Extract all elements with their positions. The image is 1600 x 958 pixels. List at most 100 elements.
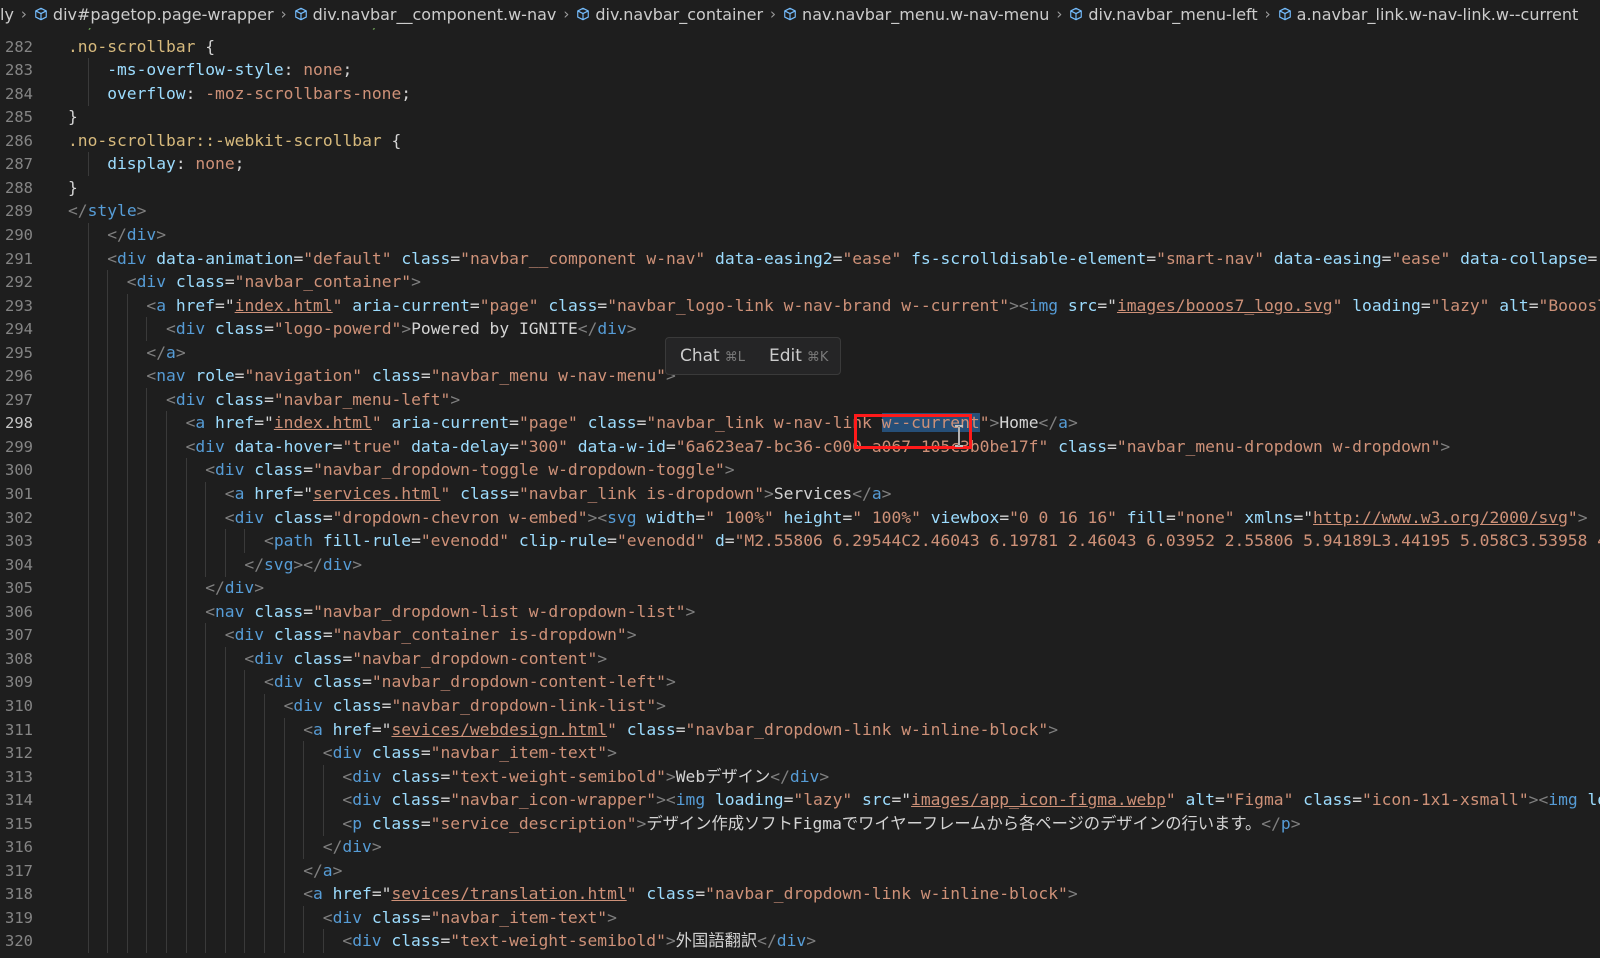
code-line[interactable]: 299 <div data-hover="true" data-delay="30… <box>0 434 1600 459</box>
code-token: </ <box>303 860 323 880</box>
indent-guide <box>87 340 89 365</box>
code-token: path <box>273 531 314 551</box>
line-number: 285 <box>5 108 33 127</box>
breadcrumb-item[interactable]: div.navbar__component.w-nav <box>294 4 557 24</box>
code-line[interactable]: 303 <path fill-rule="evenodd" clip-rule="… <box>0 529 1600 554</box>
code-token: alt <box>1489 295 1529 315</box>
code-line[interactable]: 312 <div class="navbar_item-text"> <box>0 741 1600 766</box>
code-line[interactable]: 283 -ms-overflow-style: none; <box>0 58 1600 83</box>
code-token: a <box>322 860 333 880</box>
code-token: div <box>117 248 147 268</box>
code-token: class <box>264 625 323 645</box>
indent-guide <box>107 905 109 930</box>
code-line[interactable]: 316 </div> <box>0 835 1600 860</box>
code-line[interactable]: 313 <div class="text-weight-semibold">Web… <box>0 764 1600 789</box>
indent-guide <box>185 905 187 930</box>
code-line[interactable]: 320 <div class="text-weight-semibold">外国語… <box>0 929 1600 954</box>
breadcrumb-item[interactable]: div.navbar_menu-left <box>1069 5 1258 24</box>
code-editor[interactable]: 281/* Removes native scrollbar */282.no-… <box>0 28 1600 958</box>
code-line[interactable]: 286 .no-scrollbar::-webkit-scrollbar { <box>0 129 1600 153</box>
code-token: = <box>440 766 451 786</box>
code-line[interactable]: 314 <div class="navbar_icon-wrapper"><img… <box>0 788 1600 813</box>
breadcrumb-item[interactable]: div#pagetop.page-wrapper <box>34 5 274 24</box>
code-token: div <box>126 224 157 244</box>
code-token: < <box>166 389 176 409</box>
code-line[interactable]: 301 <a href="services.html" class="navbar… <box>0 482 1600 506</box>
edit-hint-button[interactable]: Edit ⌘K <box>769 346 828 366</box>
indent-guide <box>224 646 226 671</box>
line-number: 301 <box>5 485 33 503</box>
code-token: > <box>685 601 696 621</box>
code-line[interactable]: 307 <div class="navbar_container is-dropd… <box>0 623 1600 648</box>
code-token: nav <box>156 366 186 386</box>
code-line[interactable]: 287 display: none; <box>0 152 1600 177</box>
code-token: class <box>616 719 676 739</box>
indent-guide <box>126 387 128 412</box>
code-token: < <box>224 625 235 645</box>
indent-guide <box>244 929 246 954</box>
code-line[interactable]: 291 <div data-animation="default" class="… <box>0 246 1600 271</box>
code-line[interactable]: 315 <p class="service_description">デザイン作成… <box>0 811 1600 836</box>
code-token: "smart-nav" <box>1156 248 1264 268</box>
code-line[interactable]: 305 </div> <box>0 576 1600 601</box>
code-line[interactable]: 311 <a href="sevices/webdesign.html" clas… <box>0 717 1600 742</box>
code-line[interactable]: 306 <nav class="navbar_dropdown-list w-dr… <box>0 599 1600 624</box>
code-line[interactable]: 309 <div class="navbar_dropdown-content-l… <box>0 670 1600 695</box>
line-number: 309 <box>5 673 33 692</box>
code-text: <a href="index.html" aria-current="page"… <box>186 411 1078 435</box>
code-line[interactable]: 298 <a href="index.html" aria-current="pa… <box>0 411 1600 436</box>
indent-guide <box>185 670 187 695</box>
indent-guide <box>205 929 207 954</box>
code-line[interactable]: 289 </style> <box>0 199 1600 223</box>
code-token: class <box>283 648 343 668</box>
code-line[interactable]: 285} <box>0 105 1600 129</box>
code-token: < <box>244 648 255 668</box>
code-token: = <box>381 695 392 715</box>
code-line[interactable]: 318 <a href="sevices/translation.html" cl… <box>0 882 1600 907</box>
code-line[interactable]: 300 <div class="navbar_dropdown-toggle w-… <box>0 458 1600 483</box>
code-line[interactable]: 284 overflow: -moz-scrollbars-none; <box>0 81 1600 106</box>
code-token: class <box>1048 436 1108 456</box>
code-line[interactable]: 304 </svg></div> <box>0 552 1600 577</box>
code-line[interactable]: 293 <a href="index.html" aria-current="pa… <box>0 293 1600 318</box>
code-line[interactable]: 288} <box>0 176 1600 200</box>
chevron-right-icon: › <box>280 5 287 23</box>
indent-guide <box>107 693 109 718</box>
code-line[interactable]: 292 <div class="navbar_container"> <box>0 270 1600 295</box>
breadcrumb-item[interactable]: nav.navbar_menu.w-nav-menu <box>783 5 1049 24</box>
code-line[interactable]: 290 </div> <box>0 222 1600 247</box>
breadcrumb-item[interactable]: div.navbar_container <box>576 5 763 24</box>
code-line[interactable]: 282 .no-scrollbar { <box>0 35 1600 59</box>
indent-guide <box>283 788 285 813</box>
code-token: href <box>205 413 255 433</box>
indent-guide <box>126 482 128 506</box>
code-line[interactable]: 308 <div class="navbar_dropdown-content"> <box>0 646 1600 671</box>
breadcrumb-item[interactable]: a.navbar_link.w-nav-link.w--current <box>1278 5 1578 24</box>
code-token: : <box>175 154 196 174</box>
indent-guide <box>166 482 167 506</box>
code-token: src <box>852 790 892 810</box>
breadcrumb-label: ly <box>0 4 14 24</box>
line-number: 292 <box>5 273 33 292</box>
indent-guide <box>166 858 167 883</box>
code-token: "navigation" <box>244 366 363 386</box>
code-token: > <box>806 931 816 951</box>
code-token: div <box>322 554 353 574</box>
indent-guide <box>185 717 187 742</box>
indent-guide <box>244 670 246 695</box>
code-line[interactable]: 297 <div class="navbar_menu-left"> <box>0 387 1600 412</box>
indent-guide <box>166 693 167 718</box>
code-line[interactable]: 319 <div class="navbar_item-text"> <box>0 905 1600 930</box>
chat-hint-button[interactable]: Chat ⌘L <box>680 346 745 366</box>
code-token: </ <box>244 554 264 574</box>
code-token: "navbar_dropdown-toggle w-dropdown-toggl… <box>313 460 725 480</box>
code-token: < <box>264 531 274 551</box>
breadcrumb-label: div.navbar__component.w-nav <box>312 4 557 24</box>
breadcrumb-item[interactable]: ly <box>0 5 14 24</box>
line-number: 295 <box>5 343 33 362</box>
indent-guide <box>87 811 89 836</box>
line-number: 311 <box>5 720 33 739</box>
code-line[interactable]: 310 <div class="navbar_dropdown-link-list… <box>0 693 1600 718</box>
code-line[interactable]: 302 <div class="dropdown-chevron w-embed"… <box>0 505 1600 530</box>
code-line[interactable]: 317 </a> <box>0 858 1600 883</box>
